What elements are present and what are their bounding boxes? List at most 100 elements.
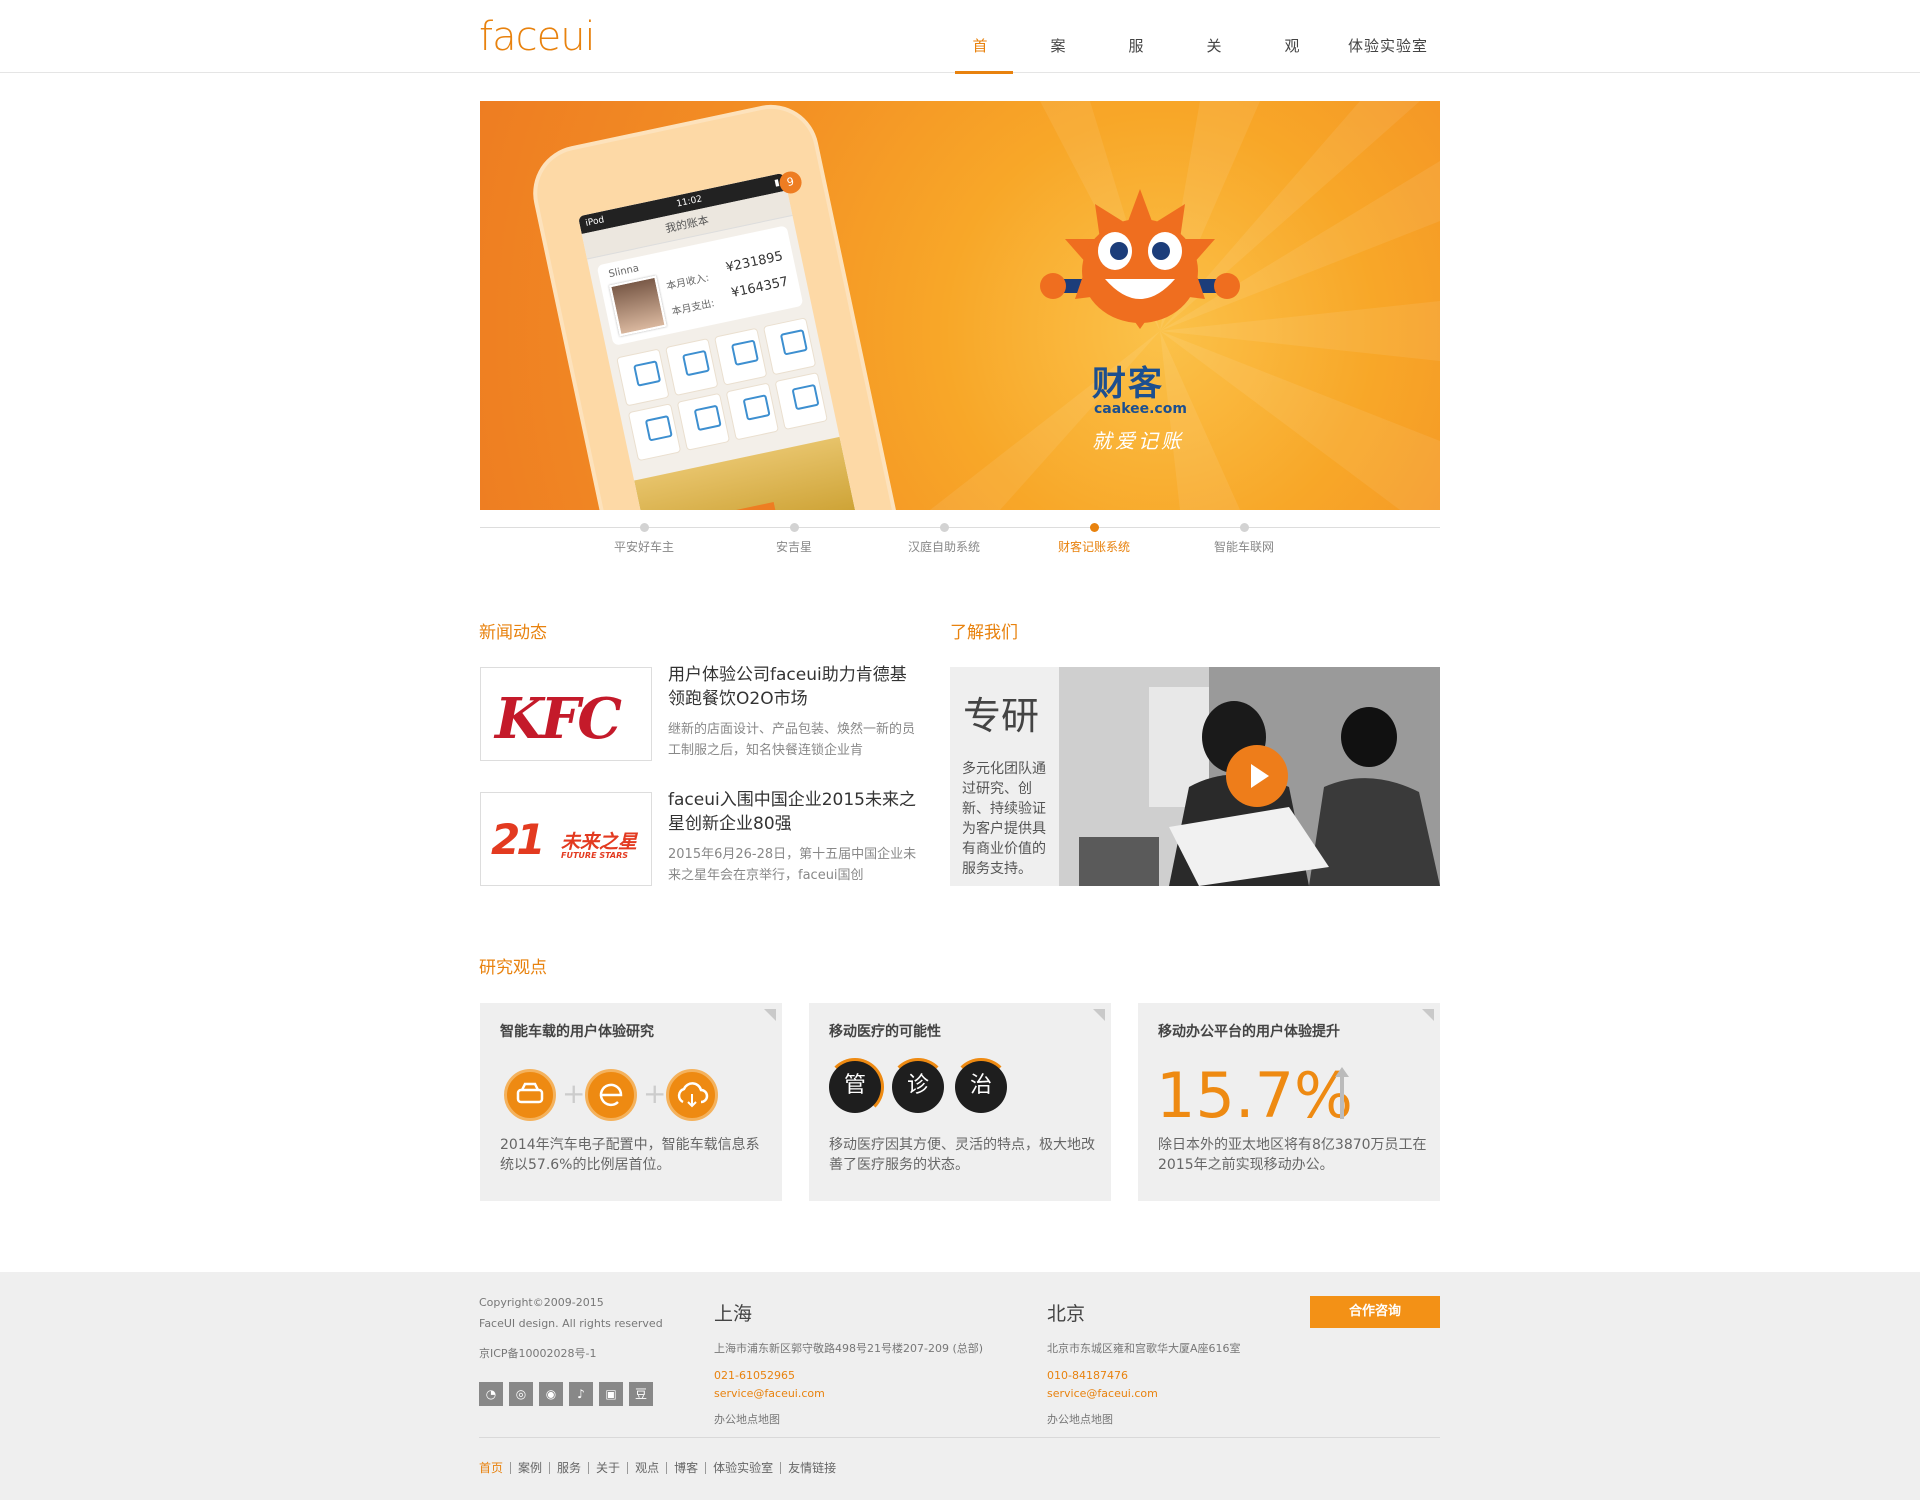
nav-about[interactable]: 关 于 [1189, 0, 1247, 147]
transfer-icon [676, 392, 731, 451]
expense-label: 本月支出: [670, 298, 716, 318]
about-heading: 专研 [963, 694, 1040, 738]
slide-tab[interactable]: 安吉星 [719, 523, 869, 555]
slide-dot [1239, 523, 1249, 532]
icp-number: 京ICP备10002028号-1 [479, 1347, 597, 1360]
copyright: Copyright©2009-2015 FaceUI design. All r… [479, 1292, 663, 1334]
slide-label: 平安好车主 [613, 540, 674, 554]
footer-link-home[interactable]: 首页 [479, 1462, 512, 1474]
beijing-address: 北京市东城区雍和宫歌华大厦A座616室 [1047, 1342, 1241, 1355]
shanghai-address: 上海市浦东新区郭守敬路498号21号楼207-209 (总部) [714, 1342, 984, 1355]
research-card[interactable]: 移动办公平台的用户体验提升 15.7% 除日本外的亚太地区将有8亿3870万员工… [1138, 1003, 1440, 1201]
device-label: iPod [584, 215, 606, 229]
footer-link-blog[interactable]: 博客 [667, 1462, 707, 1474]
shanghai-email[interactable]: service@faceui.com [714, 1385, 825, 1403]
brand-url: caakee.com [1094, 401, 1187, 417]
main-nav: 首 页 案 例 服 务 关 于 观 点 体验实验室 [955, 0, 1433, 147]
future-stars-cn: 未来之星 [561, 831, 638, 853]
manage-badge: 管 [829, 1061, 881, 1113]
footer-link-services[interactable]: 服务 [550, 1462, 590, 1474]
research-card[interactable]: 移动医疗的可能性 管 诊 治 移动医疗因其方便、灵活的特点，极大地改善了医疗服务… [809, 1003, 1111, 1201]
income-value: ¥231895 [724, 248, 785, 276]
income-label: 本月收入: [665, 272, 711, 293]
weibo-icon[interactable]: ◉ [539, 1382, 563, 1406]
kfc-logo[interactable]: KFC [480, 667, 652, 761]
card-title: 移动医疗的可能性 [829, 1024, 941, 1040]
about-box: 专研 多元化团队通过研究、创新、持续验证为客户提供具有商业价值的服务支持。 [950, 667, 1440, 886]
card-desc: 移动医疗因其方便、灵活的特点，极大地改善了医疗服务的状态。 [829, 1137, 1095, 1173]
e-icon [585, 1069, 637, 1121]
nav-home[interactable]: 首 页 [955, 0, 1013, 147]
faceui-logo[interactable]: faceui [479, 14, 596, 60]
news-item[interactable]: KFC 用户体验公司faceui助力肯德基领跑餐饮O2O市场 继新的店面设计、产… [480, 665, 920, 762]
up-arrow-icon [1335, 1067, 1349, 1119]
stat-number: 15.7% [1156, 1059, 1353, 1132]
beijing-contact: 010-84187476 service@faceui.com [1047, 1367, 1158, 1403]
plus-icon: + [562, 1077, 586, 1110]
bag-icon [627, 403, 682, 462]
news-desc: 继新的店面设计、产品包装、焕然一新的员工制服之后，知名快餐连锁企业肯 [668, 722, 916, 758]
nav-insights[interactable]: 观 点 [1267, 0, 1325, 147]
news-section-title: 新闻动态 [479, 623, 547, 643]
research-section-title: 研究观点 [479, 958, 547, 978]
slide-label: 智能车联网 [1213, 540, 1274, 554]
douban-icon[interactable]: 豆 [629, 1382, 653, 1406]
site-header: faceui 首 页 案 例 服 务 关 于 观 点 体验实验室 [0, 0, 1920, 147]
card-desc: 2014年汽车电子配置中，智能车载信息系统以57.6%的比例居首位。 [500, 1137, 760, 1173]
avatar [609, 275, 667, 337]
card-title: 智能车载的用户体验研究 [500, 1024, 654, 1040]
beijing-city: 北京 [1047, 1303, 1086, 1325]
footer-link-lab[interactable]: 体验实验室 [706, 1462, 782, 1474]
play-icon[interactable] [1226, 745, 1288, 807]
footer-link-about[interactable]: 关于 [589, 1462, 629, 1474]
beijing-phone: 010-84187476 [1047, 1369, 1128, 1382]
slide-dot [789, 523, 799, 532]
plus-icon: + [643, 1077, 667, 1110]
banner-slider: 平安好车主 安吉星 汉庭自助系统 财客记账系统 智能车联网 [480, 523, 1440, 557]
phone-screen: iPod 11:02 ▮ 我的账本 Slinna 本月收入: ¥231895 本… [577, 172, 859, 510]
nav-lab[interactable]: 体验实验室 [1343, 0, 1433, 73]
team-video[interactable] [1059, 667, 1440, 886]
page: faceui 首 页 案 例 服 务 关 于 观 点 体验实验室 [0, 0, 1920, 1500]
hero-banner[interactable]: iPod 11:02 ▮ 我的账本 Slinna 本月收入: ¥231895 本… [480, 101, 1440, 510]
future-stars-logo[interactable]: 21 未来之星 FUTURE STARS [480, 792, 652, 886]
slide-tab[interactable]: 智能车联网 [1169, 523, 1319, 555]
slide-tab-active[interactable]: 财客记账系统 [1019, 523, 1169, 555]
brand-slogan: 就爱记账 [1092, 429, 1184, 453]
kfc-logo-text: KFC [495, 686, 622, 752]
copyright-line-1: Copyright©2009-2015 [479, 1296, 604, 1309]
slide-tab[interactable]: 平安好车主 [569, 523, 719, 555]
beijing-email[interactable]: service@faceui.com [1047, 1385, 1158, 1403]
social-links: ◔ ◎ ◉ ♪ ▣ 豆 [479, 1382, 653, 1406]
site-footer: Copyright©2009-2015 FaceUI design. All r… [0, 1272, 1920, 1500]
slide-label: 财客记账系统 [1057, 540, 1130, 554]
slide-label: 汉庭自助系统 [907, 540, 980, 554]
nav-services[interactable]: 服 务 [1111, 0, 1169, 147]
slide-label: 安吉星 [775, 540, 812, 554]
cloud-icon [666, 1069, 718, 1121]
wechat-icon[interactable]: ◎ [509, 1382, 533, 1406]
news-item[interactable]: 21 未来之星 FUTURE STARS faceui入围中国企业2015未来之… [480, 790, 920, 887]
tencent-weibo-icon[interactable]: ♪ [569, 1382, 593, 1406]
slide-dot [639, 523, 649, 532]
slide-dot [939, 523, 949, 532]
expense-value: ¥164357 [729, 274, 790, 302]
footer-link-cases[interactable]: 案例 [511, 1462, 551, 1474]
footer-link-insights[interactable]: 观点 [628, 1462, 668, 1474]
renren-icon[interactable]: ▣ [599, 1382, 623, 1406]
card-icon [713, 327, 768, 386]
qq-icon[interactable]: ◔ [479, 1382, 503, 1406]
research-card[interactable]: 智能车载的用户体验研究 + + 2014年汽车电子配置中，智能车载信息系统以57… [480, 1003, 782, 1201]
yen-icon [762, 317, 817, 376]
news-title[interactable]: 用户体验公司faceui助力肯德基领跑餐饮O2O市场 [668, 663, 918, 711]
future-stars-en: FUTURE STARS [561, 851, 629, 860]
shanghai-city: 上海 [714, 1303, 753, 1325]
beijing-map-link[interactable]: 办公地点地图 [1047, 1411, 1113, 1427]
nav-cases[interactable]: 案 例 [1033, 0, 1091, 147]
card-title: 移动办公平台的用户体验提升 [1158, 1024, 1340, 1040]
footer-link-friends[interactable]: 友情链接 [781, 1462, 843, 1474]
shanghai-map-link[interactable]: 办公地点地图 [714, 1411, 780, 1427]
news-title[interactable]: faceui入围中国企业2015未来之星创新企业80强 [668, 788, 918, 836]
slide-tab[interactable]: 汉庭自助系统 [869, 523, 1019, 555]
consult-button[interactable]: 合作咨询 [1310, 1296, 1440, 1328]
